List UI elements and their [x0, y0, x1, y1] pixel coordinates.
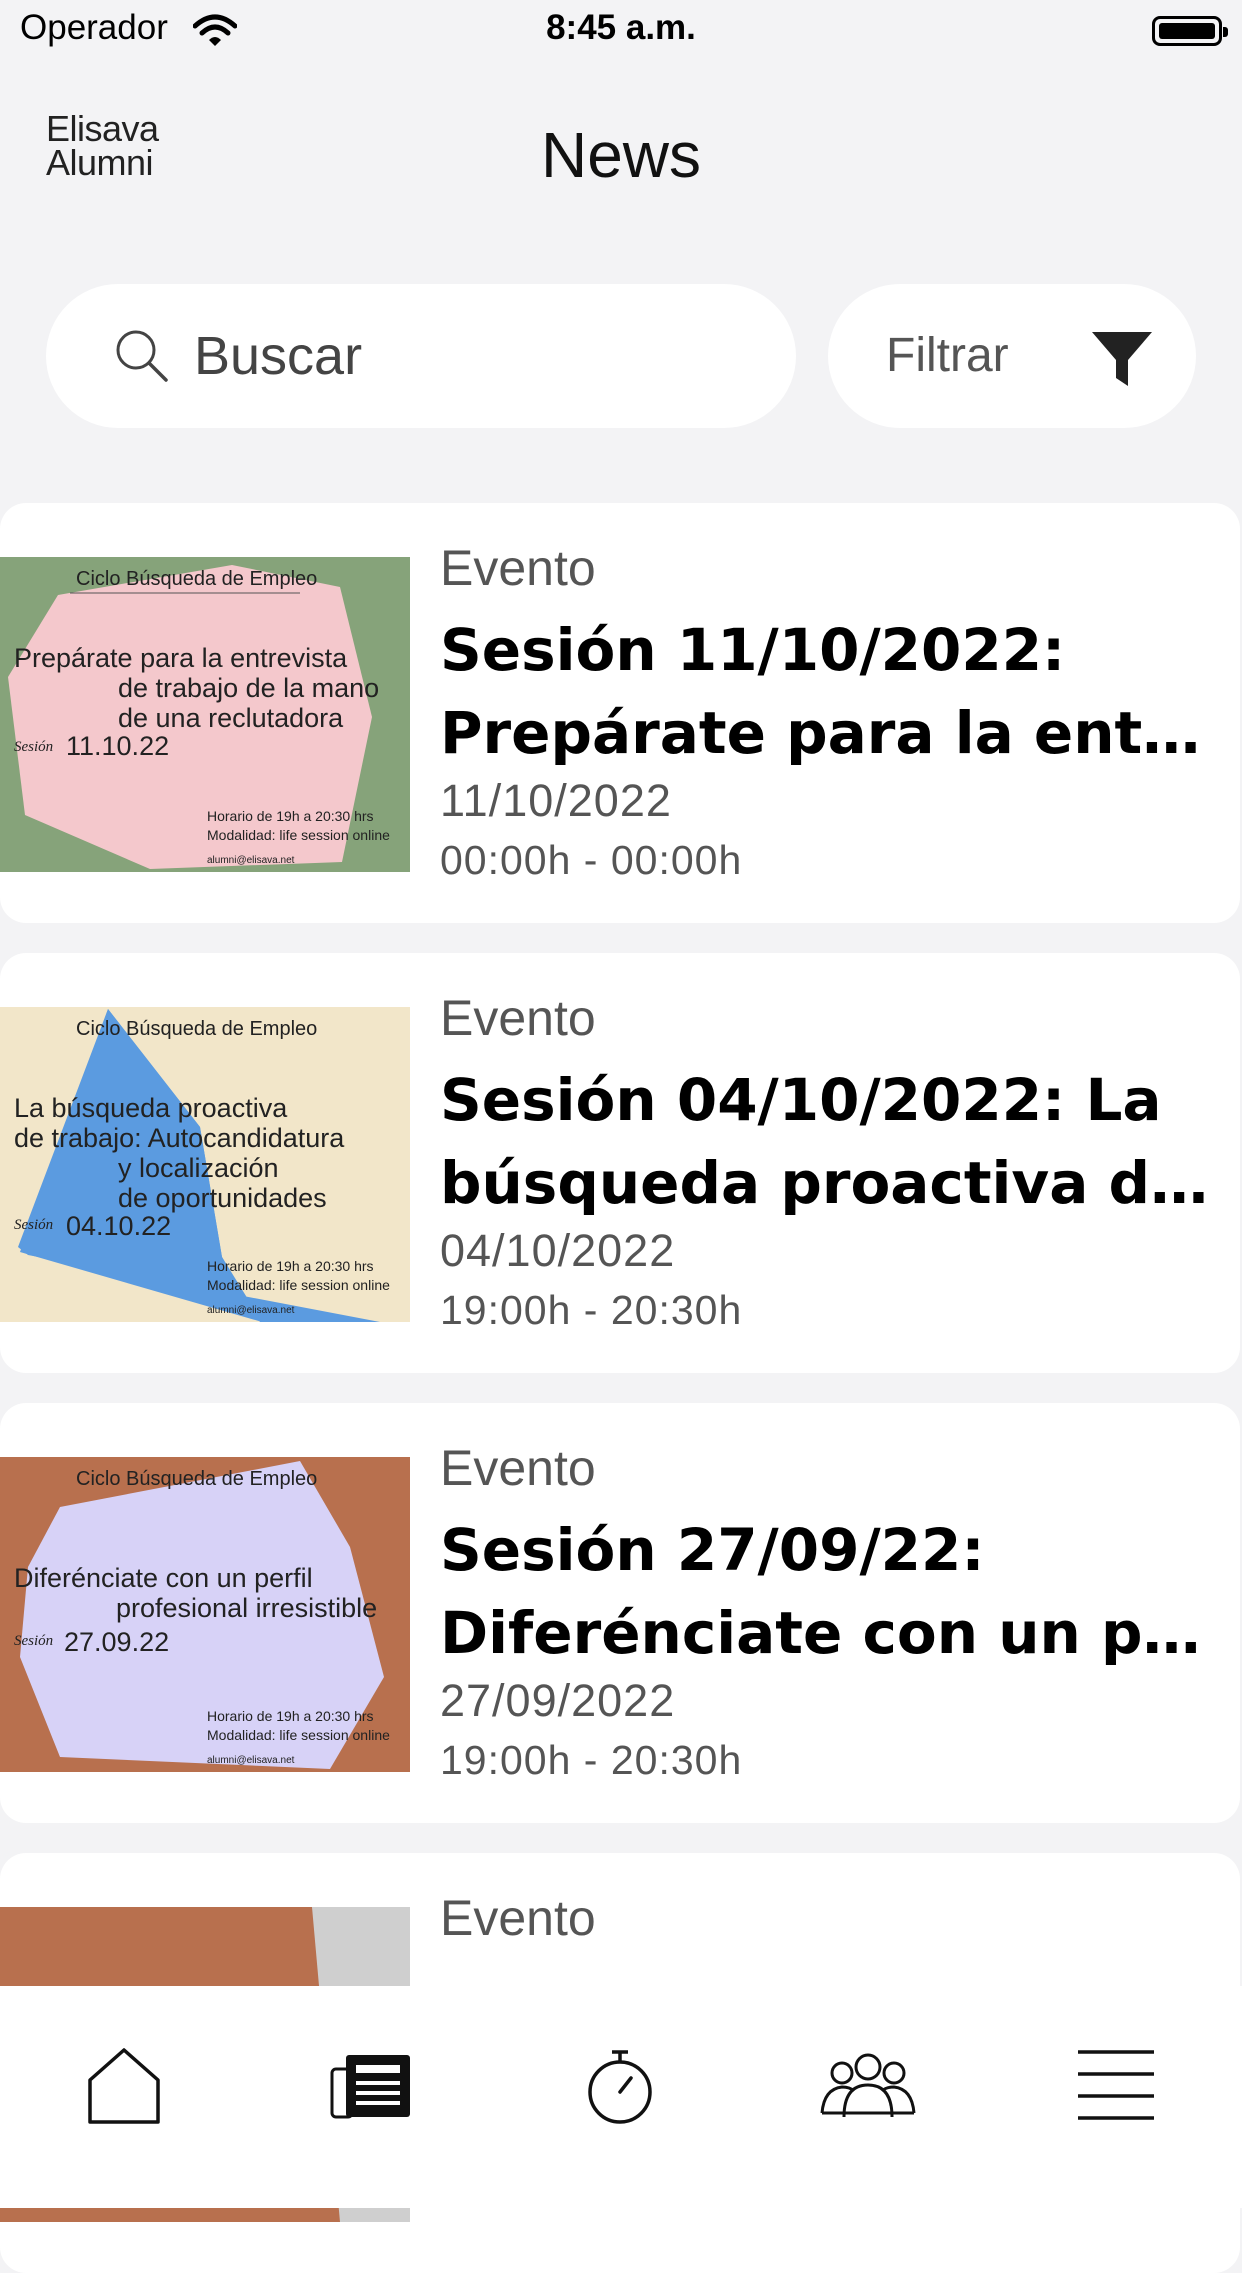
news-card-category: Evento [440, 1890, 596, 1946]
image-line: de oportunidades [118, 1183, 327, 1213]
image-mode: Modalidad: life session online [207, 1727, 390, 1743]
news-card-category: Evento [440, 540, 596, 596]
image-line: de trabajo de la mano [118, 673, 379, 703]
home-icon [88, 2048, 160, 2124]
news-card-title: Sesión 04/10/2022: La búsqueda proactiva… [440, 1059, 1210, 1225]
image-line: profesional irresistible [116, 1593, 377, 1623]
news-card-date: 11/10/2022 [440, 775, 672, 826]
image-line: Prepárate para la entrevista [14, 643, 348, 673]
title-line-1: Sesión 27/09/22: [440, 1516, 985, 1584]
status-bar: Operador 8:45 a.m. [0, 0, 1242, 62]
menu-icon [1078, 2050, 1154, 2120]
filter-button[interactable]: Filtrar [828, 284, 1196, 428]
clock: 8:45 a.m. [546, 8, 696, 47]
news-card-image: Ciclo Búsqueda de Empleo Prepárate para … [0, 557, 410, 872]
news-card-title: Sesión 11/10/2022: Prepárate para la ent… [440, 609, 1210, 775]
image-series: Ciclo Búsqueda de Empleo [76, 1018, 317, 1040]
news-card-title: Sesión 27/09/22: Diferénciate con un pe.… [440, 1509, 1210, 1675]
news-card[interactable]: Ciclo Búsqueda de Empleo Prepárate para … [0, 503, 1240, 923]
image-session-label: Sesión [14, 1217, 53, 1233]
community-icon [820, 2053, 916, 2118]
image-mode: Modalidad: life session online [207, 827, 390, 843]
news-card-image: Ciclo Búsqueda de Empleo La búsqueda pro… [0, 1007, 410, 1322]
image-schedule: Horario de 19h a 20:30 hrs [207, 1708, 374, 1724]
image-mode: Modalidad: life session online [207, 1277, 390, 1293]
battery-icon [1152, 16, 1228, 46]
title-line-2: Diferénciate con un pe... [440, 1599, 1210, 1667]
image-line: de trabajo: Autocandidatura [14, 1123, 345, 1153]
image-line: de una reclutadora [118, 703, 344, 733]
image-email: alumni@elisava.net [207, 855, 295, 866]
image-session-label: Sesión [14, 1633, 53, 1649]
image-email: alumni@elisava.net [207, 1755, 295, 1766]
search-icon [116, 330, 168, 382]
title-line-2: Prepárate para la entr... [440, 699, 1210, 767]
stopwatch-icon [588, 2050, 652, 2124]
image-line: La búsqueda proactiva [14, 1093, 288, 1123]
tab-news[interactable] [322, 2036, 422, 2136]
image-session-date: 27.09.22 [64, 1627, 169, 1657]
search-bar[interactable] [46, 284, 796, 428]
image-line: y localización [118, 1153, 279, 1183]
search-input[interactable] [194, 318, 754, 394]
news-card-date: 27/09/2022 [440, 1675, 676, 1726]
news-card-hours: 00:00h - 00:00h [440, 837, 743, 883]
news-card[interactable]: Ciclo Búsqueda de Empleo Diferénciate co… [0, 1403, 1240, 1823]
title-line-1: Sesión 11/10/2022: [440, 616, 1066, 684]
image-email: alumni@elisava.net [207, 1305, 295, 1316]
tab-menu[interactable] [1066, 2036, 1166, 2136]
tab-home[interactable] [74, 2036, 174, 2136]
image-session-date: 04.10.22 [66, 1211, 171, 1241]
title-line-2: búsqueda proactiva d... [440, 1149, 1210, 1217]
filter-label: Filtrar [886, 329, 1009, 382]
news-card-hours: 19:00h - 20:30h [440, 1737, 743, 1783]
image-schedule: Horario de 19h a 20:30 hrs [207, 1258, 374, 1274]
image-session-label: Sesión [14, 739, 53, 755]
tab-community[interactable] [818, 2036, 918, 2136]
news-icon [330, 2055, 410, 2119]
image-line: Diferénciate con un perfil [14, 1563, 313, 1593]
tab-bar [0, 1986, 1242, 2208]
image-series: Ciclo Búsqueda de Empleo [76, 568, 317, 590]
news-card-image: Ciclo Búsqueda de Empleo Diferénciate co… [0, 1457, 410, 1772]
news-card-hours: 19:00h - 20:30h [440, 1287, 743, 1333]
tab-events[interactable] [570, 2036, 670, 2136]
news-card-category: Evento [440, 1440, 596, 1496]
title-line-1: Sesión 04/10/2022: La [440, 1066, 1162, 1134]
page-title: News [540, 119, 702, 191]
image-session-date: 11.10.22 [66, 731, 169, 761]
news-card[interactable]: Ciclo Búsqueda de Empleo La búsqueda pro… [0, 953, 1240, 1373]
news-card-date: 04/10/2022 [440, 1225, 676, 1276]
image-schedule: Horario de 19h a 20:30 hrs [207, 808, 374, 824]
news-card-category: Evento [440, 990, 596, 1046]
filter-funnel-icon [1092, 332, 1152, 386]
image-series: Ciclo Búsqueda de Empleo [76, 1468, 317, 1490]
